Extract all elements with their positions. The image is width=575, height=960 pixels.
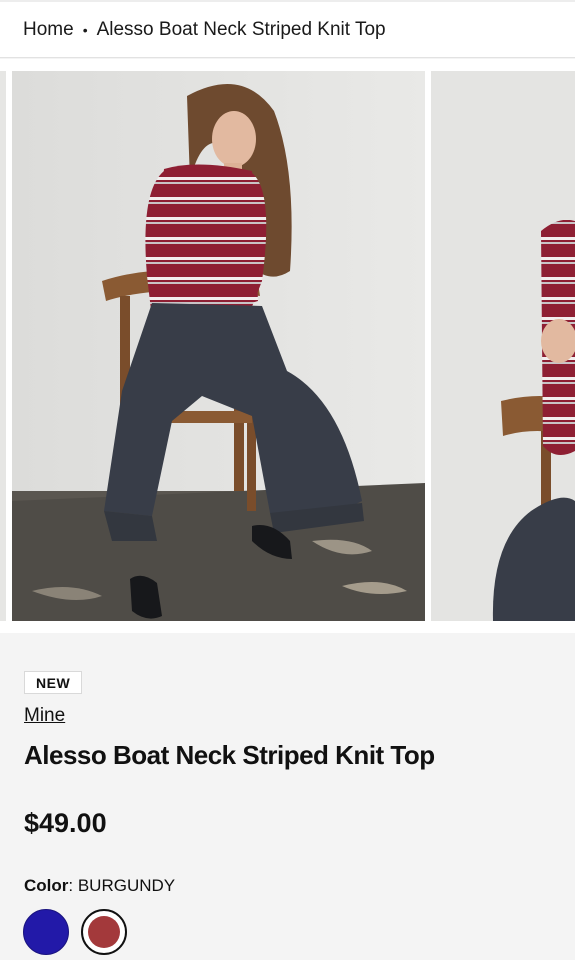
new-badge: NEW	[24, 671, 83, 694]
gallery-next-slide[interactable]	[431, 71, 575, 621]
product-price: $49.00	[24, 808, 107, 838]
gallery-prev-slide[interactable]	[0, 71, 6, 621]
product-info: NEW Mine Alesso Boat Neck Striped Knit T…	[0, 633, 575, 960]
brand-link[interactable]: Mine	[24, 705, 65, 727]
breadcrumb-home-link[interactable]: Home	[23, 19, 74, 41]
breadcrumb: Home • Alesso Boat Neck Striped Knit Top	[0, 0, 575, 58]
breadcrumb-current: Alesso Boat Neck Striped Knit Top	[96, 18, 386, 40]
product-image-gallery[interactable]	[0, 59, 575, 633]
swatch-navy[interactable]	[23, 909, 69, 955]
color-value: BURGUNDY	[77, 876, 176, 895]
color-label-colon: :	[68, 876, 78, 895]
swatch-burgundy-fill	[88, 916, 120, 948]
breadcrumb-separator: •	[82, 21, 88, 38]
color-label: Color	[24, 876, 69, 895]
swatch-burgundy-selected[interactable]	[81, 909, 127, 955]
color-swatches	[23, 909, 127, 955]
color-selection-label: Color: BURGUNDY	[24, 876, 175, 896]
product-title: Alesso Boat Neck Striped Knit Top	[24, 740, 435, 770]
gallery-main-image[interactable]	[12, 71, 425, 621]
